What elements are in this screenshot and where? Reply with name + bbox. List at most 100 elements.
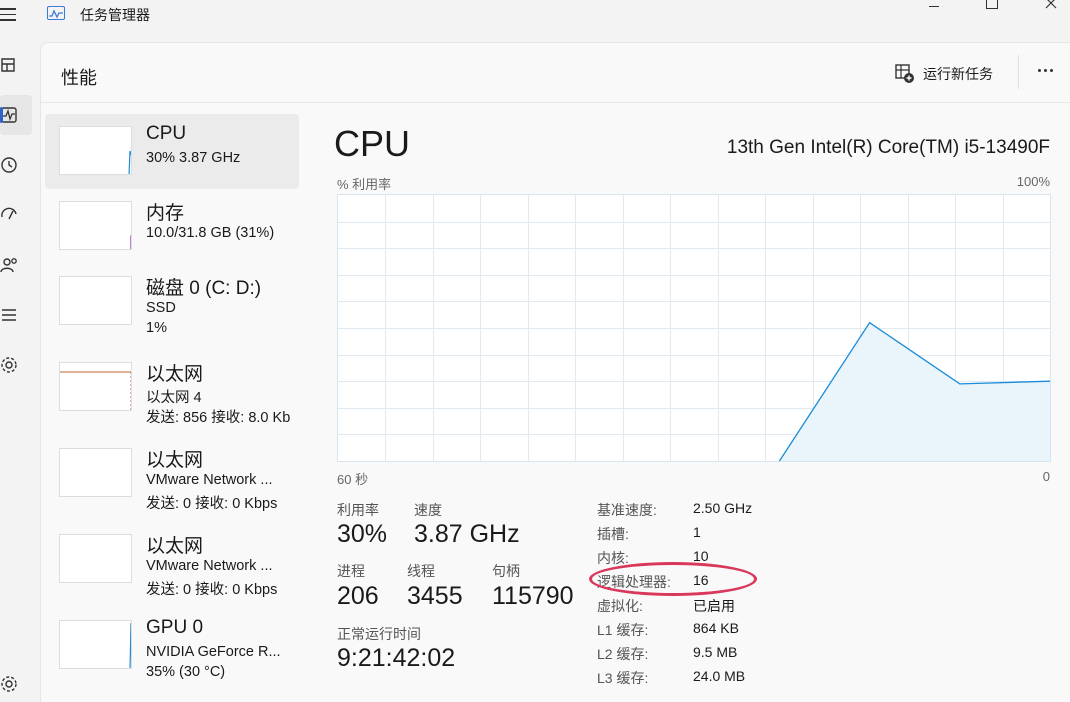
- spec-key: 基准速度:: [597, 502, 657, 518]
- details-icon: [2, 309, 16, 321]
- utilization-value: 30%: [337, 520, 388, 548]
- spec-value: 1: [693, 524, 701, 540]
- cpu-model-name: 13th Gen Intel(R) Core(TM) i5-13490F: [726, 137, 1050, 158]
- speed-label: 速度: [414, 502, 442, 518]
- services-nav[interactable]: [0, 345, 36, 385]
- main-panel: 性能 运行新任务 CPU 30% 3.87 GHz 内存 10.0/31.8 G…: [40, 42, 1070, 702]
- page-title: 性能: [61, 68, 97, 88]
- perf-item-detail: 以太网 4: [146, 390, 202, 406]
- x-axis-left-label: 60 秒: [337, 472, 369, 487]
- spec-value: 已启用: [693, 598, 735, 614]
- spec-value: 2.50 GHz: [693, 500, 753, 516]
- processes-icon: [1, 58, 15, 72]
- handles-value: 115790: [492, 582, 574, 610]
- spec-key: 插槽:: [597, 526, 629, 542]
- uptime-value: 9:21:42:02: [337, 644, 456, 672]
- cpu-thumbnail: [59, 126, 132, 175]
- perf-item-detail-2: 发送: 0 接收: 0 Kbps: [146, 496, 278, 512]
- run-new-task-button[interactable]: 运行新任务: [895, 63, 993, 85]
- perf-item-ethernet-2[interactable]: 以太网 VMware Network ... 发送: 0 接收: 0 Kbps: [45, 436, 299, 512]
- users-nav[interactable]: [0, 245, 36, 285]
- perf-item-detail-2: 发送: 856 接收: 8.0 Kb: [146, 410, 291, 426]
- perf-item-detail: 30% 3.87 GHz: [146, 150, 241, 166]
- threads-value: 3455: [407, 582, 463, 610]
- spec-key: L3 缓存:: [597, 670, 649, 686]
- menu-icon[interactable]: [0, 8, 18, 24]
- gpu-thumbnail: [59, 620, 132, 669]
- ethernet-thumbnail: [59, 448, 132, 497]
- detail-title: CPU: [334, 123, 411, 164]
- maximize-button[interactable]: [968, 0, 1014, 18]
- y-axis-label: % 利用率: [337, 177, 392, 192]
- disk-thumbnail: [59, 276, 132, 325]
- close-button[interactable]: [1028, 0, 1070, 18]
- app-history-nav[interactable]: [0, 145, 36, 185]
- more-options-icon[interactable]: [1038, 69, 1053, 72]
- perf-item-ethernet-3[interactable]: 以太网 VMware Network ... 发送: 0 接收: 0 Kbps: [45, 522, 299, 598]
- perf-item-detail-2: 发送: 0 接收: 0 Kbps: [146, 582, 278, 598]
- spec-key: L2 缓存:: [597, 646, 649, 662]
- perf-item-title: 内存: [146, 203, 185, 224]
- perf-item-detail: NVIDIA GeForce R...: [146, 644, 281, 660]
- memory-thumbnail: [59, 201, 132, 250]
- run-new-task-label: 运行新任务: [923, 66, 993, 82]
- services-icon: [1, 357, 17, 373]
- task-manager-app-icon: [47, 6, 65, 20]
- threads-label: 线程: [407, 563, 435, 579]
- perf-item-ethernet-1[interactable]: 以太网 以太网 4 发送: 856 接收: 8.0 Kb: [45, 350, 299, 426]
- performance-nav[interactable]: [0, 95, 32, 135]
- perf-item-title: 以太网: [146, 450, 204, 471]
- spec-value: 10: [693, 548, 709, 564]
- perf-item-memory[interactable]: 内存 10.0/31.8 GB (31%): [45, 189, 299, 264]
- spec-key: 虚拟化:: [597, 598, 643, 614]
- spec-value: 24.0 MB: [693, 668, 746, 684]
- settings-icon: [1, 676, 17, 692]
- window-title: 任务管理器: [80, 7, 150, 23]
- page-header: 性能 运行新任务: [41, 43, 1070, 103]
- performance-icon: [1, 107, 17, 123]
- title-bar: 任务管理器: [0, 0, 1070, 42]
- uptime-label: 正常运行时间: [337, 626, 421, 642]
- settings-nav[interactable]: [0, 664, 36, 702]
- startup-apps-nav[interactable]: [0, 195, 36, 235]
- spec-value: 864 KB: [693, 620, 739, 636]
- perf-item-detail: 10.0/31.8 GB (31%): [146, 225, 275, 241]
- cpu-series-area: [779, 322, 1050, 461]
- perf-item-title: GPU 0: [146, 617, 204, 638]
- ethernet-thumbnail: [59, 362, 132, 411]
- perf-item-title: 以太网: [146, 536, 204, 557]
- handles-label: 句柄: [492, 563, 520, 579]
- perf-item-detail: SSD: [146, 300, 176, 316]
- header-divider: [1018, 55, 1019, 89]
- nav-rail: [0, 42, 40, 702]
- processes-label: 进程: [337, 563, 365, 579]
- minimize-button[interactable]: [911, 0, 957, 18]
- spec-value: 9.5 MB: [693, 644, 738, 660]
- perf-item-detail-2: 35% (30 °C): [146, 664, 226, 680]
- perf-item-detail: VMware Network ...: [146, 558, 273, 574]
- y-axis-max-label: 100%: [1016, 174, 1050, 189]
- users-icon: [0, 258, 17, 273]
- perf-item-detail: VMware Network ...: [146, 472, 273, 488]
- new-task-icon: [895, 64, 914, 83]
- perf-item-title: CPU: [146, 123, 187, 144]
- perf-item-gpu[interactable]: GPU 0 NVIDIA GeForce R... 35% (30 °C): [45, 608, 299, 683]
- highlight-annotation-ellipse: [589, 562, 757, 596]
- spec-key: L1 缓存:: [597, 622, 649, 638]
- perf-item-cpu[interactable]: CPU 30% 3.87 GHz: [45, 114, 299, 189]
- utilization-label: 利用率: [337, 502, 379, 518]
- x-axis-right-label: 0: [1042, 469, 1050, 484]
- cpu-utilization-graph: [337, 194, 1051, 462]
- perf-item-disk[interactable]: 磁盘 0 (C: D:) SSD 1%: [45, 264, 299, 339]
- processes-nav[interactable]: [0, 46, 36, 86]
- cpu-data-point-2: [959, 383, 961, 385]
- startup-apps-icon: [1, 207, 17, 220]
- cpu-data-point-1: [869, 322, 871, 324]
- cpu-graph-canvas: [338, 195, 1050, 461]
- details-nav[interactable]: [0, 295, 36, 335]
- processes-value: 206: [337, 582, 379, 610]
- perf-item-title: 以太网: [146, 364, 204, 385]
- speed-value: 3.87 GHz: [414, 520, 520, 548]
- perf-item-title: 磁盘 0 (C: D:): [146, 278, 262, 299]
- ethernet-thumbnail: [59, 534, 132, 583]
